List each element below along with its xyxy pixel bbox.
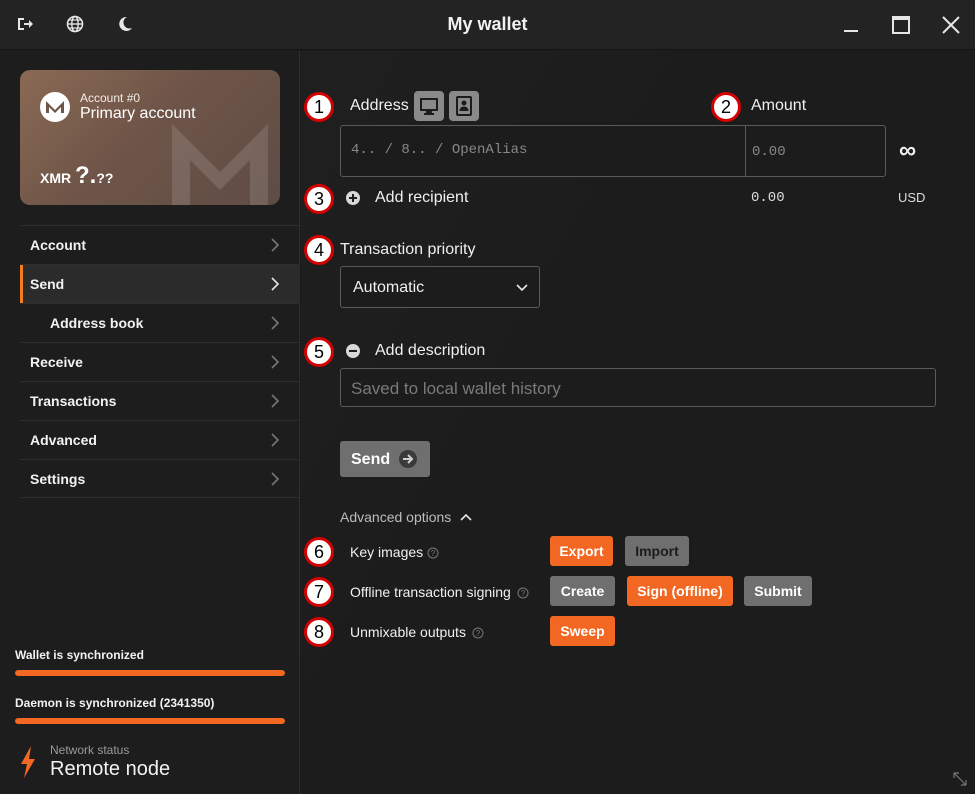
- wallet-sync-fill: [15, 670, 285, 676]
- help-icon[interactable]: ?: [427, 547, 439, 559]
- add-description-button[interactable]: Add description: [375, 342, 485, 360]
- chevron-right-icon: [271, 316, 280, 330]
- sidebar-item-label: Receive: [30, 354, 83, 370]
- add-recipient-button[interactable]: Add recipient: [375, 189, 468, 207]
- sidebar-item-label: Account: [30, 237, 86, 253]
- svg-text:?: ?: [521, 589, 526, 598]
- window-title: My wallet: [447, 14, 528, 34]
- sidebar-item-label: Send: [30, 276, 65, 292]
- sign-offline-button[interactable]: Sign (offline): [627, 576, 733, 606]
- sidebar-item-send[interactable]: Send: [20, 264, 300, 303]
- priority-label: Transaction priority: [340, 241, 476, 258]
- address-amount-field: 4.. / 8.. / OpenAlias 0.00: [340, 125, 886, 177]
- help-icon[interactable]: ?: [517, 587, 529, 599]
- chevron-right-icon: [271, 277, 280, 291]
- network-status-label: Network status: [50, 743, 130, 757]
- daemon-sync-bar: [15, 718, 285, 724]
- send-button-label: Send: [351, 451, 391, 468]
- desktop-icon[interactable]: [414, 91, 444, 121]
- maximize-icon[interactable]: [888, 12, 914, 38]
- send-panel: 1 2 3 4 5 6 7 8 Address Amount 4.. / 8..…: [301, 51, 975, 794]
- marker-3: 3: [304, 184, 334, 214]
- key-images-label: Key images: [350, 544, 424, 560]
- import-key-images-button[interactable]: Import: [625, 536, 689, 566]
- sidebar-item-label: Address book: [50, 315, 144, 331]
- help-icon[interactable]: ?: [472, 627, 484, 639]
- marker-7: 7: [304, 577, 334, 607]
- account-card[interactable]: Account #0 Primary account XMR ?.??: [20, 70, 280, 205]
- sidebar-item-label: Advanced: [30, 432, 97, 448]
- create-tx-button[interactable]: Create: [550, 576, 615, 606]
- fiat-value: 0.00: [751, 190, 785, 206]
- advanced-options-toggle[interactable]: Advanced options: [340, 509, 451, 525]
- chevron-right-icon: [271, 355, 280, 369]
- logout-icon[interactable]: [14, 14, 36, 36]
- send-button[interactable]: Send: [340, 441, 430, 477]
- marker-4: 4: [304, 235, 334, 265]
- svg-text:?: ?: [476, 629, 481, 638]
- lightning-icon: [21, 746, 35, 778]
- sidebar-item-account[interactable]: Account: [20, 225, 300, 264]
- description-field[interactable]: Saved to local wallet history: [340, 368, 936, 407]
- sidebar-item-label: Transactions: [30, 393, 117, 409]
- marker-1: 1: [304, 92, 334, 122]
- chevron-right-icon: [271, 394, 280, 408]
- balance-currency: XMR: [40, 170, 72, 186]
- sidebar-item-label: Settings: [30, 471, 86, 487]
- sidebar: Account #0 Primary account XMR ?.?? Acco…: [0, 51, 300, 794]
- sidebar-item-address-book[interactable]: Address book: [20, 303, 300, 342]
- export-key-images-button[interactable]: Export: [550, 536, 613, 566]
- account-number: Account #0: [80, 91, 141, 105]
- amount-input[interactable]: 0.00: [752, 144, 786, 160]
- minus-circle-icon[interactable]: [345, 343, 361, 359]
- wallet-sync-label: Wallet is synchronized: [15, 648, 144, 662]
- arrow-right-circle-icon: [399, 450, 417, 468]
- offline-signing-label: Offline transaction signing: [350, 584, 511, 600]
- moon-icon[interactable]: [114, 14, 136, 36]
- sidebar-item-settings[interactable]: Settings: [20, 459, 300, 498]
- globe-icon[interactable]: [64, 14, 86, 36]
- marker-2: 2: [711, 92, 741, 122]
- priority-value: Automatic: [353, 279, 425, 296]
- network-status-value[interactable]: Remote node: [50, 758, 170, 781]
- field-divider: [745, 126, 746, 176]
- chevron-right-icon: [271, 433, 280, 447]
- description-input[interactable]: Saved to local wallet history: [351, 379, 561, 399]
- amount-label: Amount: [751, 97, 807, 114]
- marker-8: 8: [304, 617, 334, 647]
- chevron-up-icon[interactable]: [459, 511, 473, 523]
- balance-small: ??: [96, 170, 114, 186]
- resize-icon[interactable]: [953, 772, 967, 786]
- svg-text:?: ?: [431, 549, 436, 558]
- chevron-down-icon: [516, 284, 528, 292]
- marker-6: 6: [304, 537, 334, 567]
- unmixable-outputs-label: Unmixable outputs: [350, 624, 466, 640]
- chevron-right-icon: [271, 238, 280, 252]
- address-input[interactable]: 4.. / 8.. / OpenAlias: [351, 142, 527, 158]
- submit-tx-button[interactable]: Submit: [744, 576, 812, 606]
- plus-circle-icon[interactable]: [345, 190, 361, 206]
- daemon-sync-label: Daemon is synchronized (2341350): [15, 696, 215, 710]
- priority-select[interactable]: Automatic: [340, 266, 540, 308]
- title-bar: My wallet: [0, 0, 975, 50]
- chevron-right-icon: [271, 472, 280, 486]
- account-balance: XMR ?.??: [40, 162, 113, 190]
- daemon-sync-fill: [15, 718, 285, 724]
- sidebar-nav: Account Send Address book Receive Transa…: [20, 225, 300, 498]
- max-amount-button[interactable]: ∞: [899, 137, 916, 165]
- account-name: Primary account: [80, 105, 196, 122]
- address-book-icon[interactable]: [449, 91, 479, 121]
- fiat-currency: USD: [898, 190, 926, 205]
- monero-logo-icon: [40, 92, 70, 122]
- sidebar-item-receive[interactable]: Receive: [20, 342, 300, 381]
- balance-main: ?.: [75, 162, 97, 189]
- address-label: Address: [350, 97, 409, 114]
- sidebar-item-advanced[interactable]: Advanced: [20, 420, 300, 459]
- sweep-button[interactable]: Sweep: [550, 616, 615, 646]
- close-icon[interactable]: [938, 12, 964, 38]
- marker-5: 5: [304, 337, 334, 367]
- minimize-icon[interactable]: [838, 12, 864, 38]
- sidebar-item-transactions[interactable]: Transactions: [20, 381, 300, 420]
- wallet-sync-bar: [15, 670, 285, 676]
